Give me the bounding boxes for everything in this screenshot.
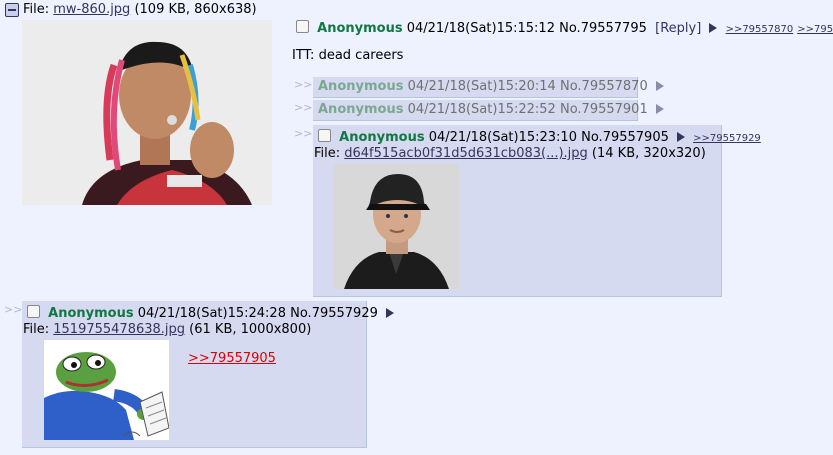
- frog-drawing-icon: [44, 340, 169, 440]
- reply-file-link[interactable]: d64f515acb0f31d5d631cb083(...).jpg: [344, 146, 588, 161]
- reply-datetime: 04/21/18(Sat)15:20:14: [407, 79, 556, 94]
- reply-file-prefix: File:: [314, 146, 345, 161]
- reply-post: Anonymous 04/21/18(Sat)15:23:10 No.79557…: [313, 125, 761, 297]
- op-datetime: 04/21/18(Sat)15:15:12: [406, 21, 555, 36]
- collapse-thread-icon[interactable]: [5, 3, 19, 17]
- post-menu-arrow-icon[interactable]: [655, 81, 664, 91]
- op-message: ITT: dead careers: [292, 48, 404, 63]
- post-menu-arrow-icon[interactable]: [655, 104, 664, 114]
- post-menu-arrow-icon[interactable]: [709, 23, 718, 33]
- post-menu-arrow-icon[interactable]: [677, 132, 685, 142]
- quote-link[interactable]: >>79557905: [188, 351, 276, 366]
- person-photo-icon: [334, 164, 459, 289]
- reply-post-collapsed[interactable]: Anonymous 04/21/18(Sat)15:22:52 No.79557…: [313, 100, 664, 121]
- reply-arrows: >>: [294, 127, 313, 140]
- op-file-info: File: mw-860.jpg (109 KB, 860x638): [23, 2, 257, 17]
- op-file-link[interactable]: mw-860.jpg: [53, 2, 130, 17]
- reply-select-checkbox[interactable]: [318, 129, 331, 142]
- reply-poster-name: Anonymous: [318, 79, 404, 94]
- reply-post-number[interactable]: No.79557929: [290, 306, 378, 321]
- reply-thumbnail[interactable]: [44, 340, 169, 440]
- reply-file-link[interactable]: 1519755478638.jpg: [53, 322, 185, 337]
- reply-post-number[interactable]: No.79557870: [560, 79, 648, 94]
- reply-thumbnail[interactable]: [334, 164, 459, 289]
- reply-datetime: 04/21/18(Sat)15:23:10: [428, 130, 577, 145]
- reply-post-collapsed[interactable]: Anonymous 04/21/18(Sat)15:20:14 No.79557…: [313, 77, 664, 98]
- reply-arrows: >>: [294, 78, 313, 91]
- backlink[interactable]: >>79557929: [693, 133, 761, 144]
- reply-post-number[interactable]: No.79557905: [581, 130, 669, 145]
- reply-file-prefix: File:: [23, 322, 54, 337]
- reply-poster-name: Anonymous: [318, 102, 404, 117]
- reply-file-info: File: d64f515acb0f31d5d631cb083(...).jpg…: [314, 146, 706, 161]
- reply-file-size: (61 KB, 1000x800): [185, 322, 312, 337]
- backlink[interactable]: >>79557901: [797, 24, 833, 35]
- reply-select-checkbox[interactable]: [27, 305, 40, 318]
- reply-post: Anonymous 04/21/18(Sat)15:24:28 No.79557…: [22, 301, 394, 448]
- reply-poster-name: Anonymous: [339, 130, 425, 145]
- op-reply-link[interactable]: [Reply]: [655, 21, 701, 36]
- reply-arrows: >>: [4, 303, 23, 316]
- person-photo-icon: [22, 20, 272, 205]
- op-thumbnail[interactable]: [22, 20, 272, 205]
- reply-arrows: >>: [294, 101, 313, 114]
- reply-datetime: 04/21/18(Sat)15:22:52: [407, 102, 556, 117]
- op-file-prefix: File:: [23, 2, 54, 17]
- reply-file-info: File: 1519755478638.jpg (61 KB, 1000x800…: [23, 322, 311, 337]
- reply-datetime: 04/21/18(Sat)15:24:28: [137, 306, 286, 321]
- op-poster-name: Anonymous: [317, 21, 403, 36]
- backlink[interactable]: >>79557870: [726, 24, 794, 35]
- op-file-size: (109 KB, 860x638): [130, 2, 257, 17]
- op-select-checkbox[interactable]: [296, 20, 309, 33]
- op-post-header: Anonymous 04/21/18(Sat)15:15:12 No.79557…: [296, 20, 833, 36]
- reply-post-number[interactable]: No.79557901: [560, 102, 648, 117]
- reply-poster-name: Anonymous: [48, 306, 134, 321]
- op-post-number[interactable]: No.79557795: [559, 21, 647, 36]
- post-menu-arrow-icon[interactable]: [386, 308, 394, 318]
- reply-file-size: (14 KB, 320x320): [587, 146, 706, 161]
